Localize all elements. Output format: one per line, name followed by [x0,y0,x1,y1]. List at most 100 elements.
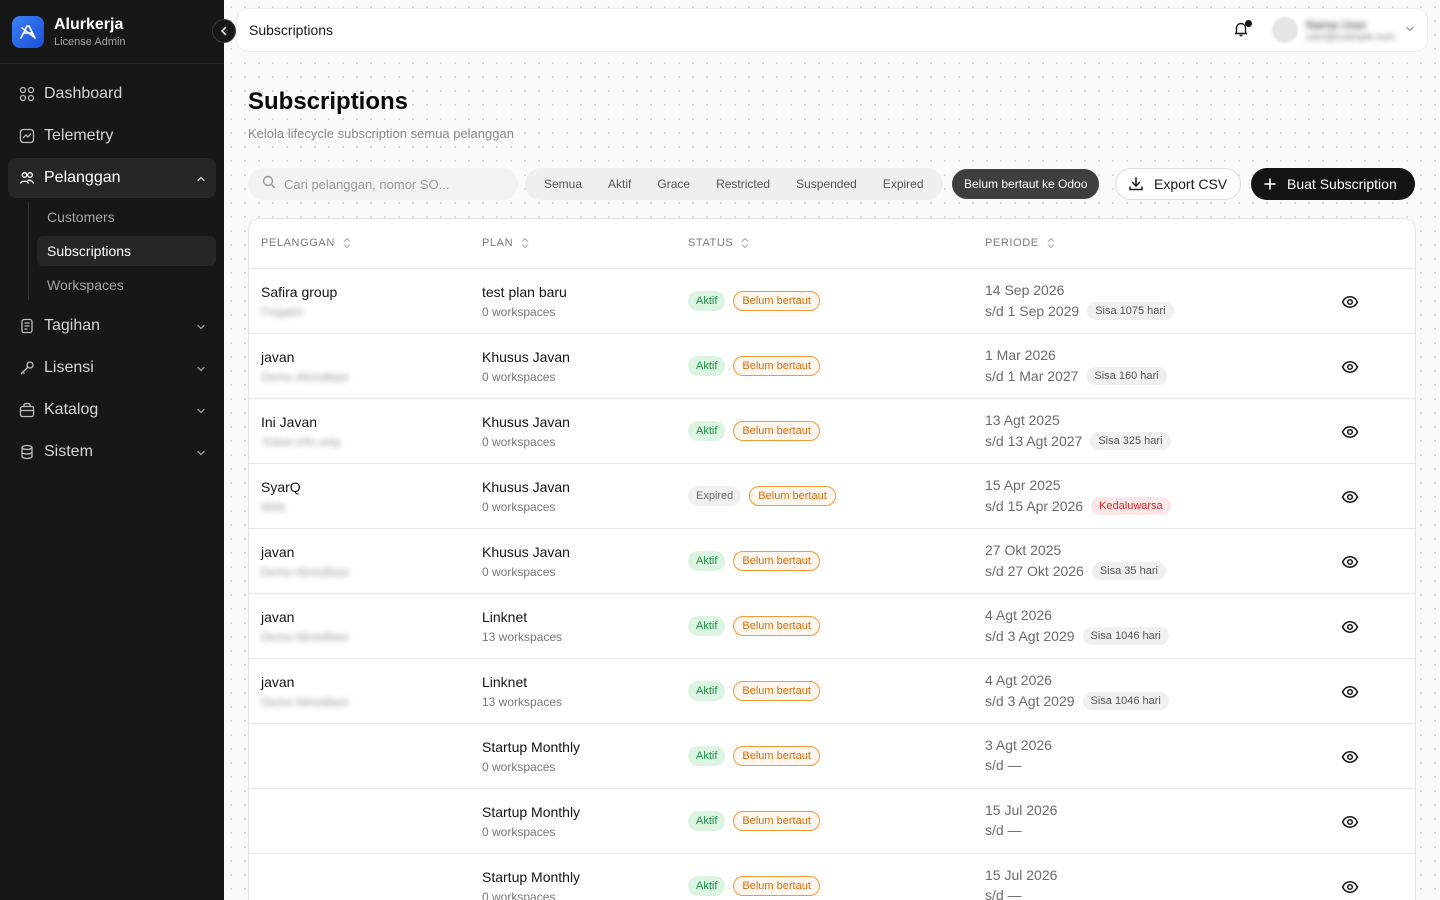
avatar[interactable] [1271,17,1298,43]
view-button[interactable] [1341,813,1359,836]
status-badge: Aktif [688,616,726,636]
user-info[interactable]: Nama User user@example.com [1306,18,1395,43]
view-button[interactable] [1341,748,1359,771]
table-row[interactable]: javan Demo Akreditasi Khusus Javan 0 worksp… [249,334,1415,399]
customer-detail: Web [261,500,286,514]
table-row[interactable]: Startup Monthly 0 workspaces Aktif Belum be… [249,789,1415,854]
sidebar-subitem-workspaces[interactable]: Workspaces [37,270,216,300]
filter-expired[interactable]: Expired [873,172,934,196]
customer-name[interactable]: javan [261,544,348,560]
key-icon [18,359,36,377]
sidebar-item-dashboard[interactable]: Dashboard [8,74,216,114]
sidebar-item-tagihan[interactable]: Tagihan [8,306,216,346]
plan-name: Khusus Javan [482,544,570,560]
odoo-link-badge: Belum bertaut [733,421,820,441]
plan-name: Khusus Javan [482,414,570,430]
view-button[interactable] [1341,618,1359,641]
table-row[interactable]: javan Demo Akreditasi Linknet 13 workspaces… [249,594,1415,659]
notification-bell-icon[interactable] [1232,20,1252,40]
status-badge: Aktif [688,681,726,701]
sidebar-collapse-button[interactable] [212,19,236,43]
filter-suspended[interactable]: Suspended [786,172,867,196]
sidebar-item-label: Sistem [44,443,93,460]
chevron-down-icon [196,319,206,337]
eye-icon [1341,881,1359,893]
topbar-title: Subscriptions [249,22,334,38]
sort-icon [1047,237,1055,249]
period-end: s/d — [985,822,1022,838]
filter-unlinked-odoo[interactable]: Belum bertaut ke Odoo [952,169,1100,199]
eye-icon [1341,621,1359,633]
brand: Alurkerja License Admin [0,0,236,64]
table-row[interactable]: Startup Monthly 0 workspaces Aktif Belum be… [249,724,1415,789]
view-button[interactable] [1341,553,1359,576]
customer-name[interactable]: javan [261,609,348,625]
sidebar-item-label: Katalog [44,401,99,418]
view-button[interactable] [1341,878,1359,900]
view-button[interactable] [1341,683,1359,706]
odoo-link-badge: Belum bertaut [733,876,820,896]
table-row[interactable]: javan Demo Akreditasi Linknet 13 workspaces… [249,659,1415,724]
sidebar-subitem-subscriptions[interactable]: Subscriptions [37,236,216,266]
filter-restricted[interactable]: Restricted [706,172,780,196]
search-input[interactable] [284,176,494,192]
customer-name[interactable]: javan [261,674,348,690]
customer-name[interactable]: SyarQ [261,479,301,495]
users-icon [18,169,36,187]
main-content: Subscriptions Nama User user@example.com… [224,0,1440,900]
chevron-down-icon[interactable] [1405,21,1415,39]
view-button[interactable] [1341,293,1359,316]
column-header-status[interactable]: STATUS [688,237,749,249]
odoo-link-badge: Belum bertaut [733,356,820,376]
filter-semua[interactable]: Semua [534,172,592,196]
view-button[interactable] [1341,423,1359,446]
table-row[interactable]: javan Demo Akreditasi Khusus Javan 0 worksp… [249,529,1415,594]
sidebar-item-sistem[interactable]: Sistem [8,432,216,472]
sidebar-item-pelanggan[interactable]: Pelanggan [8,158,216,198]
view-button[interactable] [1341,488,1359,511]
workspace-count: 0 workspaces [482,890,556,900]
period-start: 15 Apr 2025 [985,477,1061,493]
table-row[interactable]: Safira group Finjatim test plan baru 0 work… [249,269,1415,334]
column-header-customer[interactable]: PELANGGAN [261,237,351,249]
chevron-left-icon [220,26,227,36]
sidebar-item-label: Pelanggan [44,169,121,186]
eye-icon [1341,361,1359,373]
export-csv-button[interactable]: Export CSV [1115,168,1241,200]
page-title: Subscriptions [248,88,409,115]
sidebar-item-telemetry[interactable]: Telemetry [8,116,216,156]
workspace-count: 0 workspaces [482,565,556,579]
filter-grace[interactable]: Grace [647,172,700,196]
sidebar-subitem-customers[interactable]: Customers [37,202,216,232]
customer-name[interactable]: javan [261,349,348,365]
period-end: s/d 15 Apr 2026 [985,498,1084,514]
table-row[interactable]: Ini Javan Yolsel info only Khusus Javan 0 w… [249,399,1415,464]
customer-name[interactable]: Ini Javan [261,414,341,430]
sidebar-item-katalog[interactable]: Katalog [8,390,216,430]
odoo-link-badge: Belum bertaut [733,811,820,831]
sidebar-item-label: Telemetry [44,127,114,144]
table-row[interactable]: SyarQ Web Khusus Javan 0 workspaces Expired B… [249,464,1415,529]
workspace-count: 0 workspaces [482,825,556,839]
remaining-badge: Sisa 35 hari [1091,562,1166,580]
odoo-link-badge: Belum bertaut [733,681,820,701]
period-start: 27 Okt 2025 [985,542,1062,558]
workspace-count: 0 workspaces [482,370,556,384]
chevron-down-icon [196,445,206,463]
view-button[interactable] [1341,358,1359,381]
column-header-plan[interactable]: PLAN [482,237,529,249]
search-icon [262,175,276,194]
sidebar: Alurkerja License Admin Dashboard Teleme… [0,0,236,900]
chevron-up-icon [196,171,206,189]
period-start: 4 Agt 2026 [985,672,1052,688]
customer-name[interactable]: Safira group [261,284,337,300]
column-header-period[interactable]: PERIODE [985,237,1055,249]
sidebar-item-lisensi[interactable]: Lisensi [8,348,216,388]
filter-aktif[interactable]: Aktif [598,172,641,196]
create-subscription-button[interactable]: Buat Subscription [1251,168,1415,200]
period-end: s/d 3 Agt 2029 [985,693,1075,709]
table-row[interactable]: Startup Monthly 0 workspaces Aktif Belum be… [249,854,1415,900]
workspace-count: 13 workspaces [482,630,563,644]
customer-detail: Demo Akreditasi [261,630,349,644]
brand-subtitle: License Admin [54,35,126,48]
